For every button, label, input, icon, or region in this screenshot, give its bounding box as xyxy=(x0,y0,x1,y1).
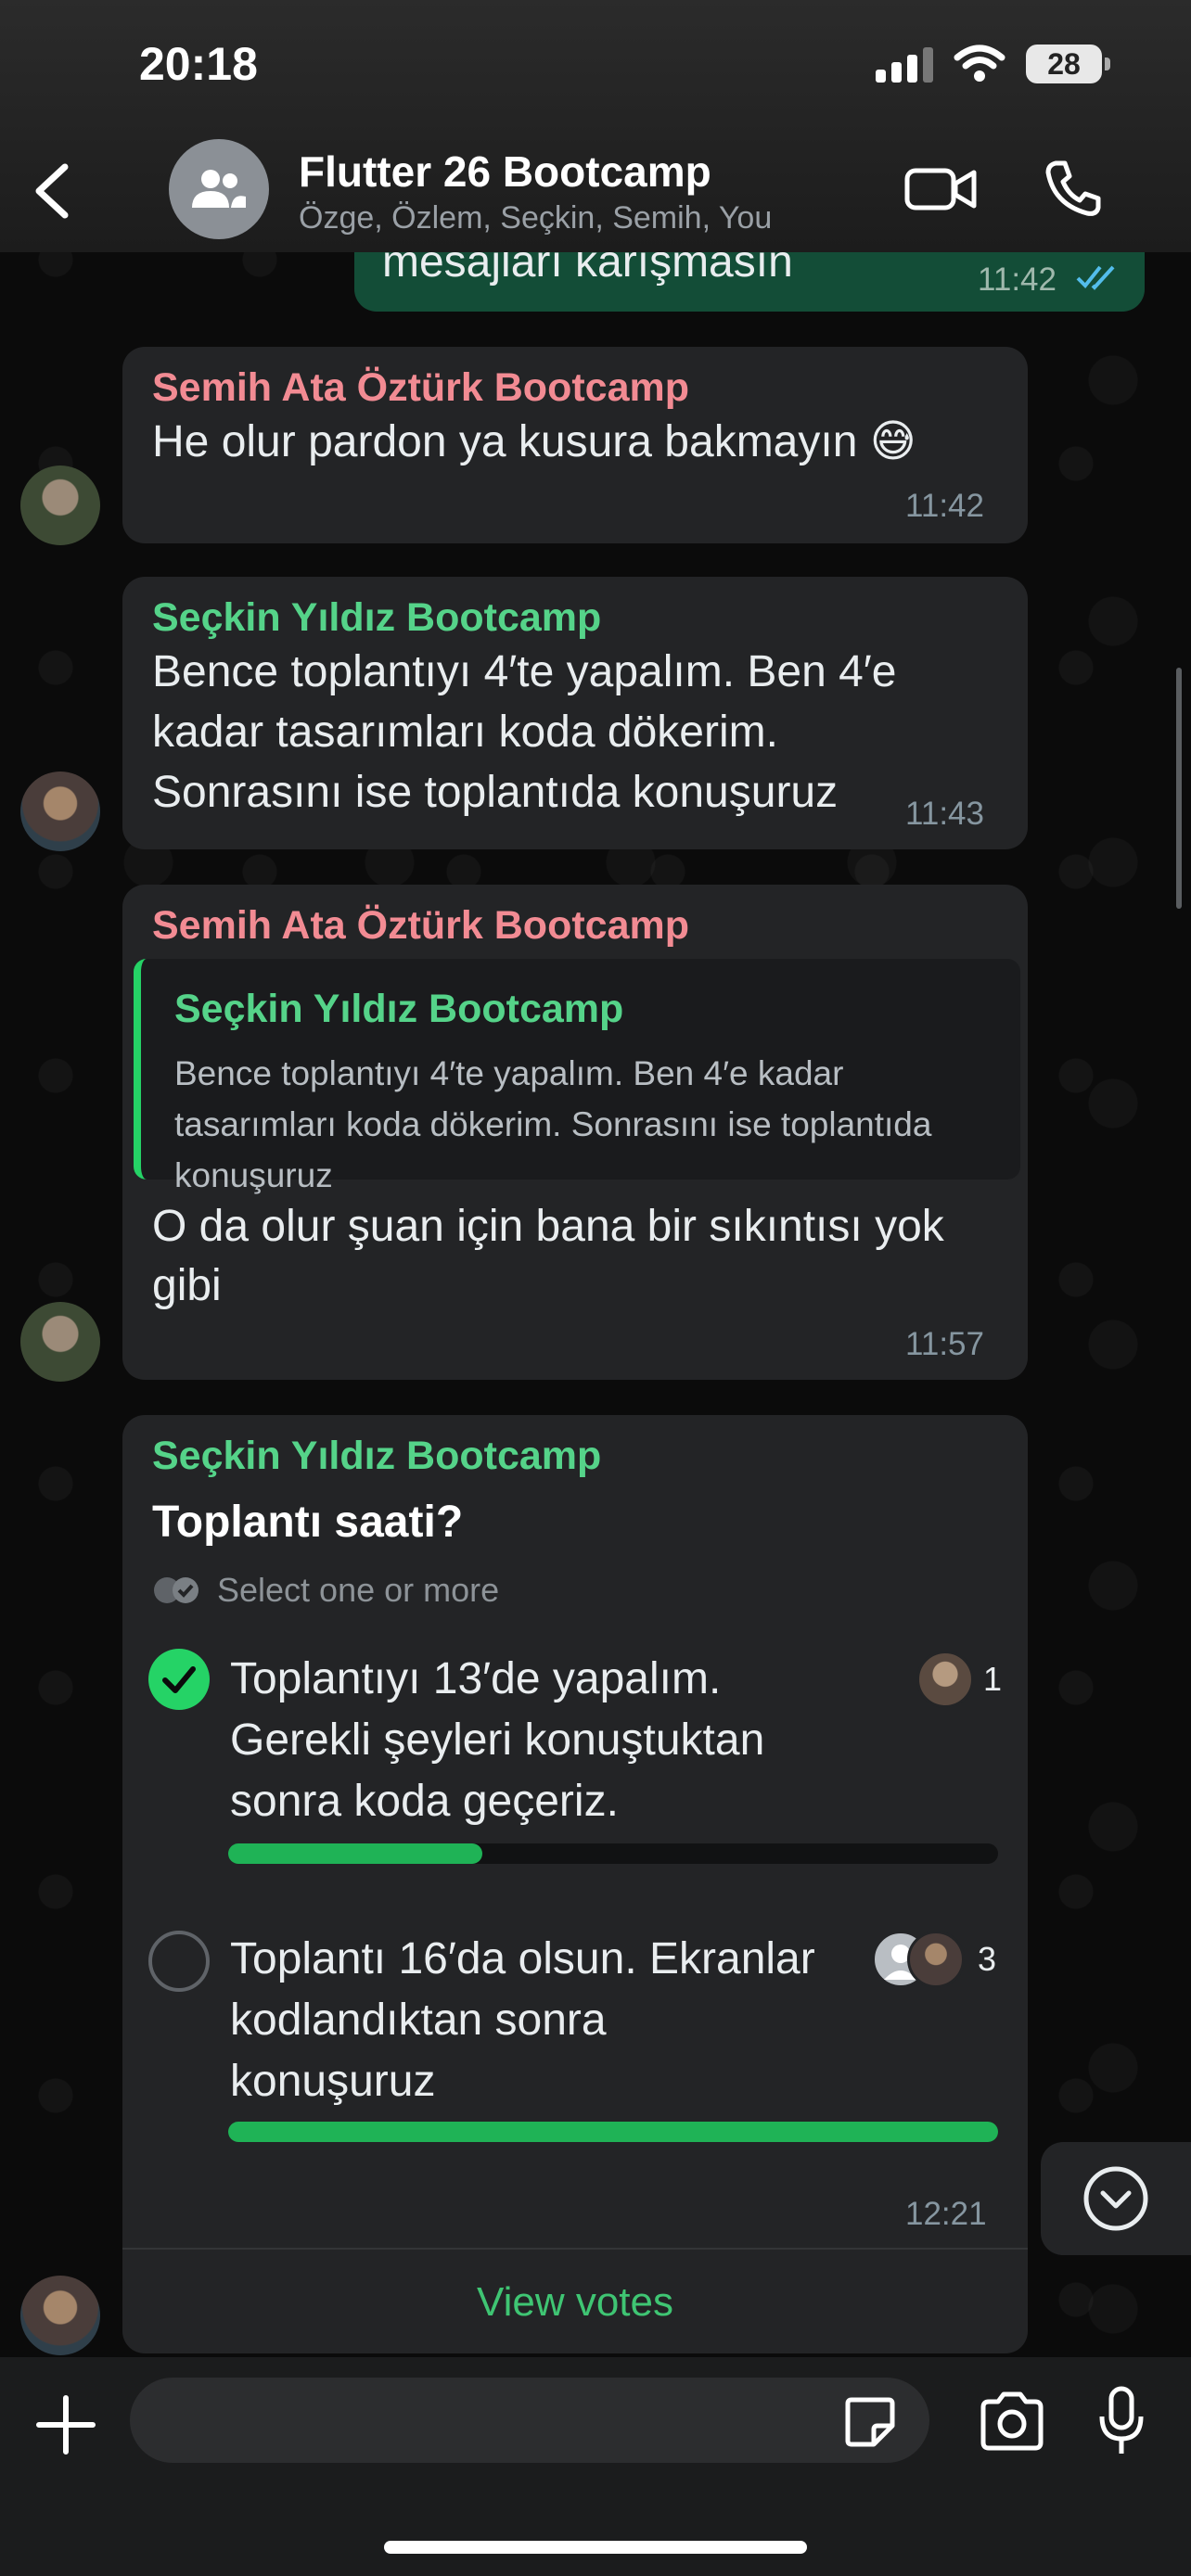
double-check-icon xyxy=(1076,265,1115,290)
poll-option-line: konuşuruz xyxy=(230,2057,436,2106)
double-check-icon xyxy=(154,1577,198,1603)
poll-hint-text: Select one or more xyxy=(217,1571,500,1609)
message-text-line: Sonrasını ise toplantıda konuşuruz xyxy=(152,768,839,817)
poll-progress-fill xyxy=(228,1843,482,1864)
chevron-down-icon xyxy=(1083,2166,1148,2231)
poll-option-line: Gerekli şeyleri konuştuktan xyxy=(230,1715,765,1765)
message-time: 11:42 xyxy=(978,261,1057,298)
message-time: 11:43 xyxy=(905,796,984,832)
mic-icon[interactable] xyxy=(1098,2385,1145,2457)
signal-icon xyxy=(876,45,933,83)
chat-header: 20:18 28 Flutter 26 Bootcamp Özge, Özlem… xyxy=(0,0,1191,252)
poll-option-text[interactable]: Toplantıyı 13′de yapalım. Gerekli şeyler… xyxy=(230,1649,870,1832)
video-call-icon[interactable] xyxy=(903,161,978,217)
view-votes-button[interactable]: View votes xyxy=(122,2248,1028,2355)
message-sender: Seçkin Yıldız Bootcamp xyxy=(152,595,602,640)
avatar[interactable] xyxy=(20,465,100,545)
poll-progress-bar xyxy=(228,1843,998,1864)
incoming-reply-message[interactable]: Semih Ata Öztürk Bootcamp Seçkin Yıldız … xyxy=(122,885,1028,1380)
status-icons: 28 xyxy=(876,45,1110,83)
message-text-line: Bence toplantıyı 4′te yapalım. Ben 4′e xyxy=(152,647,897,696)
message-text-line: O da olur şuan için bana bir sıkıntısı y… xyxy=(152,1202,944,1251)
poll-option-checkbox[interactable] xyxy=(148,1649,210,1710)
incoming-message[interactable]: Seçkin Yıldız Bootcamp Bence toplantıyı … xyxy=(122,577,1028,849)
voter-avatar xyxy=(916,1651,974,1708)
message-text-line: gibi xyxy=(152,1261,222,1310)
quoted-text: Bence toplantıyı 4′te yapalım. Ben 4′e k… xyxy=(174,1054,932,1194)
phone-icon[interactable] xyxy=(1043,158,1104,219)
poll-vote-count: 3 xyxy=(978,1940,997,1978)
poll-progress-bar xyxy=(228,2122,998,2142)
chat-participants[interactable]: Özge, Özlem, Seçkin, Semih, You xyxy=(299,200,772,236)
message-sender: Semih Ata Öztürk Bootcamp xyxy=(152,903,689,948)
message-time: 11:57 xyxy=(905,1326,984,1362)
battery-icon: 28 xyxy=(1026,45,1110,83)
quoted-sender: Seçkin Yıldız Bootcamp xyxy=(174,987,624,1031)
scroll-to-bottom-button[interactable] xyxy=(1041,2142,1191,2255)
quoted-message[interactable]: Seçkin Yıldız Bootcamp Bence toplantıyı … xyxy=(134,959,1020,1194)
poll-message: Seçkin Yıldız Bootcamp Toplantı saati? S… xyxy=(122,1415,1028,2353)
back-chevron-icon[interactable] xyxy=(30,163,76,219)
camera-icon[interactable] xyxy=(978,2391,1046,2452)
check-icon xyxy=(162,1666,196,1693)
poll-question: Toplantı saati? xyxy=(152,1498,464,1547)
message-text: He olur pardon ya kusura bakmayın 😅 xyxy=(152,417,916,466)
message-time: 11:42 xyxy=(905,488,984,524)
poll-option-line: Toplantı 16′da olsun. Ekranlar xyxy=(230,1934,815,1983)
group-avatar[interactable] xyxy=(169,139,269,239)
group-icon xyxy=(192,170,246,208)
poll-option-text[interactable]: Toplantı 16′da olsun. Ekranlar kodlandık… xyxy=(230,1929,870,2112)
message-sender: Seçkin Yıldız Bootcamp xyxy=(152,1434,602,1478)
poll-hint: Select one or more xyxy=(152,1571,499,1610)
chat-title[interactable]: Flutter 26 Bootcamp xyxy=(299,147,711,197)
incoming-message[interactable]: Semih Ata Öztürk Bootcamp He olur pardon… xyxy=(122,347,1028,543)
home-indicator xyxy=(384,2541,807,2554)
avatar[interactable] xyxy=(20,1302,100,1382)
message-sender: Semih Ata Öztürk Bootcamp xyxy=(152,365,689,410)
poll-option-checkbox[interactable] xyxy=(148,1931,210,1992)
poll-vote-count: 1 xyxy=(983,1660,1003,1698)
sticker-icon[interactable] xyxy=(842,2394,898,2450)
wifi-icon xyxy=(954,45,1005,82)
poll-option-line: Toplantıyı 13′de yapalım. xyxy=(230,1654,722,1703)
avatar[interactable] xyxy=(20,772,100,851)
voter-avatar xyxy=(907,1931,965,1988)
poll-option-line: sonra koda geçeriz. xyxy=(230,1777,619,1826)
poll-progress-fill xyxy=(228,2122,998,2142)
composer-bar xyxy=(0,2357,1191,2576)
plus-icon[interactable] xyxy=(35,2394,96,2455)
avatar[interactable] xyxy=(20,2276,100,2355)
scrollbar[interactable] xyxy=(1176,668,1182,909)
message-text-line: kadar tasarımları koda dökerim. xyxy=(152,708,778,757)
status-time: 20:18 xyxy=(139,38,258,90)
message-input[interactable] xyxy=(130,2378,929,2463)
poll-option-line: kodlandıktan sonra xyxy=(230,1996,607,2045)
message-time: 12:21 xyxy=(905,2196,987,2232)
